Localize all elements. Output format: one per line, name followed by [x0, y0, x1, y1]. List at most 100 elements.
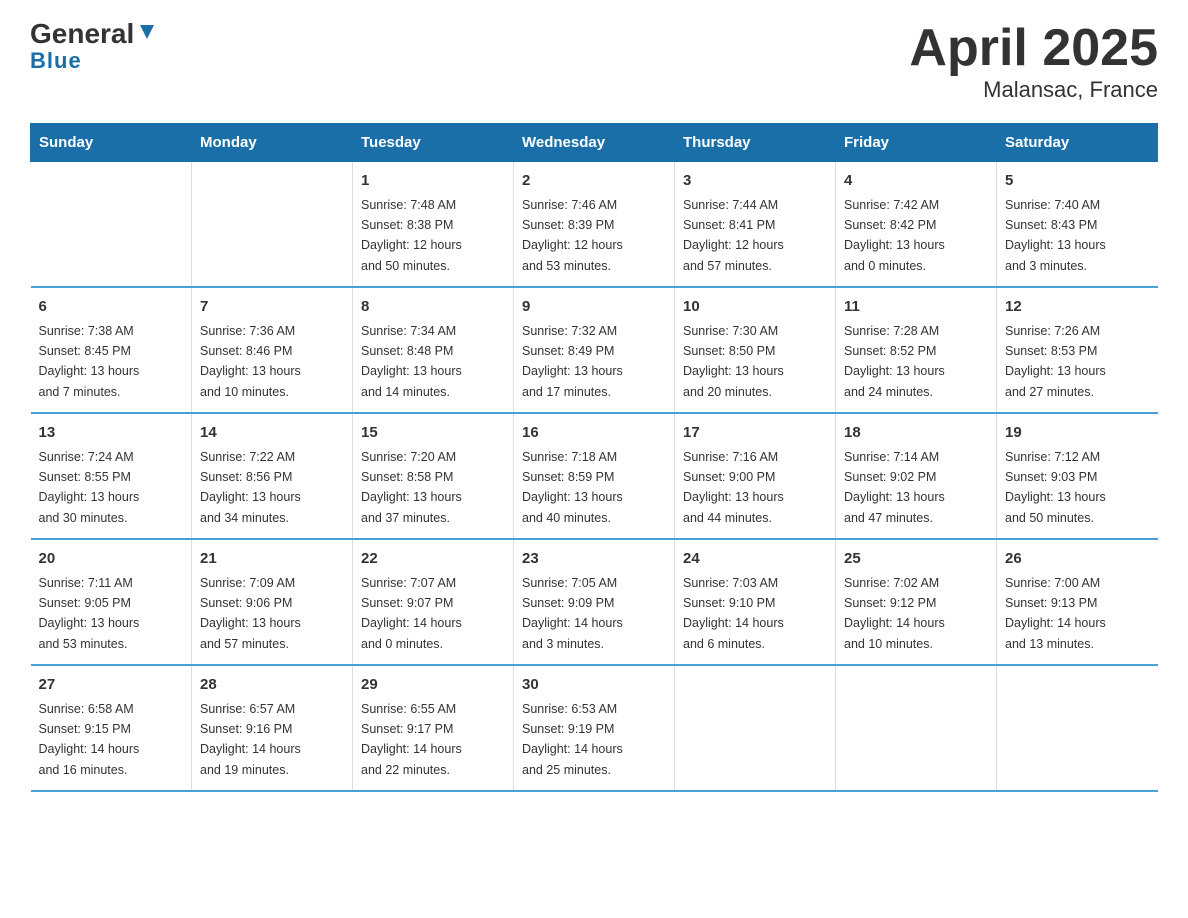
day-info: Sunrise: 7:11 AMSunset: 9:05 PMDaylight:… [39, 576, 140, 651]
day-info: Sunrise: 7:05 AMSunset: 9:09 PMDaylight:… [522, 576, 623, 651]
day-number: 5 [1005, 170, 1150, 193]
day-number: 3 [683, 170, 827, 193]
day-number: 1 [361, 170, 505, 193]
day-info: Sunrise: 7:07 AMSunset: 9:07 PMDaylight:… [361, 576, 462, 651]
table-row: 30 Sunrise: 6:53 AMSunset: 9:19 PMDaylig… [514, 665, 675, 791]
day-number: 21 [200, 548, 344, 571]
day-number: 8 [361, 296, 505, 319]
table-row: 28 Sunrise: 6:57 AMSunset: 9:16 PMDaylig… [192, 665, 353, 791]
day-number: 29 [361, 674, 505, 697]
header-friday: Friday [836, 124, 997, 162]
table-row: 4 Sunrise: 7:42 AMSunset: 8:42 PMDayligh… [836, 162, 997, 288]
day-info: Sunrise: 6:57 AMSunset: 9:16 PMDaylight:… [200, 702, 301, 777]
day-info: Sunrise: 7:32 AMSunset: 8:49 PMDaylight:… [522, 324, 623, 399]
header-thursday: Thursday [675, 124, 836, 162]
day-number: 2 [522, 170, 666, 193]
table-row [31, 162, 192, 288]
day-number: 13 [39, 422, 184, 445]
page-header: General Blue April 2025 Malansac, France [30, 20, 1158, 103]
table-row: 12 Sunrise: 7:26 AMSunset: 8:53 PMDaylig… [997, 287, 1158, 413]
day-info: Sunrise: 7:20 AMSunset: 8:58 PMDaylight:… [361, 450, 462, 525]
table-row: 14 Sunrise: 7:22 AMSunset: 8:56 PMDaylig… [192, 413, 353, 539]
table-row: 19 Sunrise: 7:12 AMSunset: 9:03 PMDaylig… [997, 413, 1158, 539]
calendar-table: Sunday Monday Tuesday Wednesday Thursday… [30, 123, 1158, 792]
calendar-title: April 2025 [909, 20, 1158, 77]
day-info: Sunrise: 7:30 AMSunset: 8:50 PMDaylight:… [683, 324, 784, 399]
table-row [997, 665, 1158, 791]
day-info: Sunrise: 7:02 AMSunset: 9:12 PMDaylight:… [844, 576, 945, 651]
day-number: 15 [361, 422, 505, 445]
day-info: Sunrise: 7:03 AMSunset: 9:10 PMDaylight:… [683, 576, 784, 651]
day-number: 19 [1005, 422, 1150, 445]
day-info: Sunrise: 7:36 AMSunset: 8:46 PMDaylight:… [200, 324, 301, 399]
table-row [192, 162, 353, 288]
title-section: April 2025 Malansac, France [909, 20, 1158, 103]
day-number: 10 [683, 296, 827, 319]
table-row [836, 665, 997, 791]
day-number: 30 [522, 674, 666, 697]
calendar-header-row: Sunday Monday Tuesday Wednesday Thursday… [31, 124, 1158, 162]
calendar-week-row: 6 Sunrise: 7:38 AMSunset: 8:45 PMDayligh… [31, 287, 1158, 413]
day-info: Sunrise: 7:40 AMSunset: 8:43 PMDaylight:… [1005, 198, 1106, 273]
table-row: 7 Sunrise: 7:36 AMSunset: 8:46 PMDayligh… [192, 287, 353, 413]
table-row: 23 Sunrise: 7:05 AMSunset: 9:09 PMDaylig… [514, 539, 675, 665]
table-row: 1 Sunrise: 7:48 AMSunset: 8:38 PMDayligh… [353, 162, 514, 288]
day-number: 26 [1005, 548, 1150, 571]
day-number: 9 [522, 296, 666, 319]
day-number: 6 [39, 296, 184, 319]
day-info: Sunrise: 7:12 AMSunset: 9:03 PMDaylight:… [1005, 450, 1106, 525]
logo-blue: Blue [30, 48, 82, 74]
day-number: 16 [522, 422, 666, 445]
table-row: 22 Sunrise: 7:07 AMSunset: 9:07 PMDaylig… [353, 539, 514, 665]
calendar-week-row: 13 Sunrise: 7:24 AMSunset: 8:55 PMDaylig… [31, 413, 1158, 539]
logo-general: General [30, 20, 134, 48]
day-info: Sunrise: 7:44 AMSunset: 8:41 PMDaylight:… [683, 198, 784, 273]
day-info: Sunrise: 7:42 AMSunset: 8:42 PMDaylight:… [844, 198, 945, 273]
table-row: 8 Sunrise: 7:34 AMSunset: 8:48 PMDayligh… [353, 287, 514, 413]
table-row: 11 Sunrise: 7:28 AMSunset: 8:52 PMDaylig… [836, 287, 997, 413]
table-row: 17 Sunrise: 7:16 AMSunset: 9:00 PMDaylig… [675, 413, 836, 539]
table-row: 24 Sunrise: 7:03 AMSunset: 9:10 PMDaylig… [675, 539, 836, 665]
day-number: 4 [844, 170, 988, 193]
table-row: 16 Sunrise: 7:18 AMSunset: 8:59 PMDaylig… [514, 413, 675, 539]
day-info: Sunrise: 6:53 AMSunset: 9:19 PMDaylight:… [522, 702, 623, 777]
day-number: 20 [39, 548, 184, 571]
day-info: Sunrise: 7:16 AMSunset: 9:00 PMDaylight:… [683, 450, 784, 525]
day-info: Sunrise: 7:00 AMSunset: 9:13 PMDaylight:… [1005, 576, 1106, 651]
header-sunday: Sunday [31, 124, 192, 162]
day-info: Sunrise: 7:09 AMSunset: 9:06 PMDaylight:… [200, 576, 301, 651]
table-row [675, 665, 836, 791]
table-row: 27 Sunrise: 6:58 AMSunset: 9:15 PMDaylig… [31, 665, 192, 791]
table-row: 15 Sunrise: 7:20 AMSunset: 8:58 PMDaylig… [353, 413, 514, 539]
day-info: Sunrise: 7:26 AMSunset: 8:53 PMDaylight:… [1005, 324, 1106, 399]
table-row: 9 Sunrise: 7:32 AMSunset: 8:49 PMDayligh… [514, 287, 675, 413]
day-number: 25 [844, 548, 988, 571]
day-info: Sunrise: 7:28 AMSunset: 8:52 PMDaylight:… [844, 324, 945, 399]
logo-triangle-icon [136, 21, 158, 43]
calendar-week-row: 20 Sunrise: 7:11 AMSunset: 9:05 PMDaylig… [31, 539, 1158, 665]
day-number: 14 [200, 422, 344, 445]
table-row: 21 Sunrise: 7:09 AMSunset: 9:06 PMDaylig… [192, 539, 353, 665]
table-row: 20 Sunrise: 7:11 AMSunset: 9:05 PMDaylig… [31, 539, 192, 665]
day-info: Sunrise: 7:34 AMSunset: 8:48 PMDaylight:… [361, 324, 462, 399]
table-row: 18 Sunrise: 7:14 AMSunset: 9:02 PMDaylig… [836, 413, 997, 539]
table-row: 13 Sunrise: 7:24 AMSunset: 8:55 PMDaylig… [31, 413, 192, 539]
table-row: 6 Sunrise: 7:38 AMSunset: 8:45 PMDayligh… [31, 287, 192, 413]
day-info: Sunrise: 7:22 AMSunset: 8:56 PMDaylight:… [200, 450, 301, 525]
day-info: Sunrise: 7:46 AMSunset: 8:39 PMDaylight:… [522, 198, 623, 273]
table-row: 10 Sunrise: 7:30 AMSunset: 8:50 PMDaylig… [675, 287, 836, 413]
day-number: 27 [39, 674, 184, 697]
day-info: Sunrise: 7:14 AMSunset: 9:02 PMDaylight:… [844, 450, 945, 525]
day-number: 28 [200, 674, 344, 697]
calendar-week-row: 27 Sunrise: 6:58 AMSunset: 9:15 PMDaylig… [31, 665, 1158, 791]
day-number: 12 [1005, 296, 1150, 319]
day-number: 18 [844, 422, 988, 445]
logo: General Blue [30, 20, 158, 74]
table-row: 25 Sunrise: 7:02 AMSunset: 9:12 PMDaylig… [836, 539, 997, 665]
day-number: 17 [683, 422, 827, 445]
table-row: 3 Sunrise: 7:44 AMSunset: 8:41 PMDayligh… [675, 162, 836, 288]
day-number: 23 [522, 548, 666, 571]
table-row: 5 Sunrise: 7:40 AMSunset: 8:43 PMDayligh… [997, 162, 1158, 288]
header-wednesday: Wednesday [514, 124, 675, 162]
calendar-week-row: 1 Sunrise: 7:48 AMSunset: 8:38 PMDayligh… [31, 162, 1158, 288]
